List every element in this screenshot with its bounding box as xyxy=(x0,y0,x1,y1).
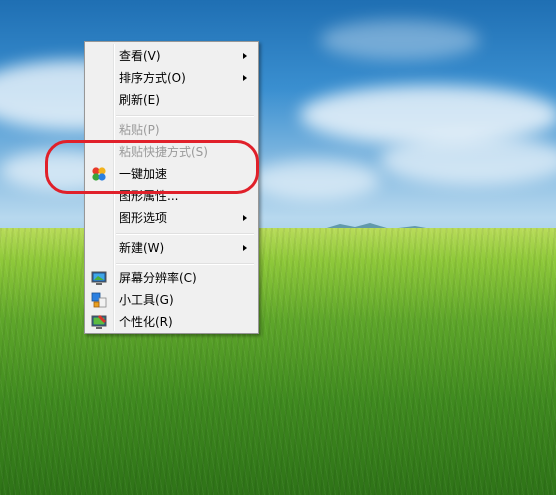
gadgets-icon xyxy=(91,292,107,308)
menu-separator xyxy=(116,115,254,117)
submenu-arrow-icon xyxy=(243,245,247,251)
menu-item-paste[interactable]: 粘贴(P) xyxy=(87,119,256,141)
menu-item-label: 刷新(E) xyxy=(119,93,160,107)
submenu-arrow-icon xyxy=(243,75,247,81)
personalize-icon xyxy=(91,315,107,329)
red-highlight-annotation xyxy=(45,140,259,194)
menu-item-graphics-options[interactable]: 图形选项 xyxy=(87,207,256,229)
menu-item-label: 图形选项 xyxy=(119,211,168,225)
menu-separator xyxy=(116,233,254,235)
menu-separator xyxy=(116,263,254,265)
menu-item-screen-resolution[interactable]: 屏幕分辨率(C) xyxy=(87,267,256,289)
menu-item-label: 小工具(G) xyxy=(119,293,174,307)
cloud xyxy=(320,20,480,60)
menu-item-label: 粘贴(P) xyxy=(119,123,160,137)
menu-item-view[interactable]: 查看(V) xyxy=(87,45,256,67)
menu-item-label: 查看(V) xyxy=(119,49,161,63)
menu-item-personalize[interactable]: 个性化(R) xyxy=(87,311,256,333)
menu-item-label: 个性化(R) xyxy=(119,315,173,329)
cloud xyxy=(380,135,556,185)
submenu-arrow-icon xyxy=(243,53,247,59)
submenu-arrow-icon xyxy=(243,215,247,221)
cloud xyxy=(250,160,380,200)
menu-item-sort-by[interactable]: 排序方式(O) xyxy=(87,67,256,89)
screen-resolution-icon xyxy=(91,271,107,285)
menu-item-new[interactable]: 新建(W) xyxy=(87,237,256,259)
menu-item-refresh[interactable]: 刷新(E) xyxy=(87,89,256,111)
cloud xyxy=(300,85,556,145)
menu-item-label: 新建(W) xyxy=(119,241,165,255)
menu-item-label: 排序方式(O) xyxy=(119,71,186,85)
menu-item-gadgets[interactable]: 小工具(G) xyxy=(87,289,256,311)
menu-item-label: 屏幕分辨率(C) xyxy=(119,271,197,285)
